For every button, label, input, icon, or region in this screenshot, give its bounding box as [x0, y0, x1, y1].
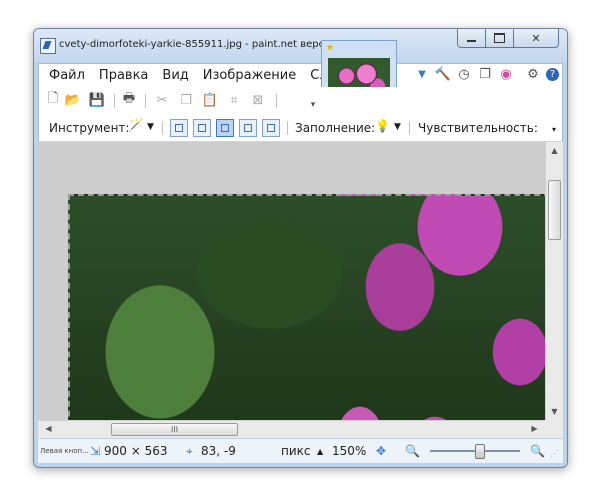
selection-mode-replace-icon[interactable]	[170, 119, 188, 137]
scroll-left-icon[interactable]: ◀	[40, 424, 57, 433]
flower-image[interactable]	[68, 194, 545, 420]
unsaved-star-icon: ★	[326, 43, 335, 53]
zoom-level: 150%	[332, 444, 367, 458]
zoom-in-icon[interactable]: 🔍	[530, 444, 545, 458]
horizontal-scrollbar[interactable]: ◀ III ▶	[38, 420, 545, 438]
minimize-button[interactable]	[457, 29, 486, 48]
cursor-position: 83, -9	[201, 444, 236, 458]
layers-icon[interactable]: ❐	[477, 66, 493, 82]
print-icon[interactable]: 🖶	[121, 91, 137, 108]
selection-mode-exclude-icon[interactable]	[216, 119, 234, 137]
scrollbar-corner	[545, 420, 563, 438]
main-toolbar: 🗋 📂 💾 🖶 ✂ ❐ 📋 ⌗ ⊠ ▾	[38, 87, 563, 115]
image-canvas[interactable]	[38, 142, 545, 420]
flood-mode-bulb-icon[interactable]: 💡	[375, 119, 390, 133]
settings-gear-icon[interactable]: ⚙	[525, 66, 541, 82]
image-size: 900 × 563	[104, 444, 168, 458]
deselect-icon[interactable]: ⊠	[250, 92, 266, 108]
resize-grip-icon[interactable]: ⋰	[550, 449, 558, 458]
zoom-out-icon[interactable]: 🔍	[405, 444, 420, 458]
close-icon: ✕	[531, 31, 541, 45]
colors-icon[interactable]: ◉	[498, 66, 514, 82]
help-icon[interactable]: ?	[546, 67, 559, 81]
minimize-icon	[467, 40, 476, 42]
open-folder-icon[interactable]: 📂	[65, 92, 81, 108]
copy-icon[interactable]: ❐	[178, 92, 194, 108]
cursor-position-icon: ⌖	[186, 444, 193, 458]
menu-file[interactable]: Файл	[47, 68, 87, 83]
toolbar-separator	[276, 94, 277, 108]
tool-dropdown-icon[interactable]: ▼	[147, 122, 154, 132]
save-disk-icon[interactable]: 💾	[89, 92, 105, 108]
close-button[interactable]: ✕	[514, 29, 559, 48]
status-bar: Левая кноп... ⇲ 900 × 563 ⌖ 83, -9 пикс …	[38, 438, 563, 463]
toolbar-separator	[409, 121, 410, 135]
scroll-up-icon[interactable]: ▲	[546, 146, 563, 155]
window-controls: ✕	[457, 29, 559, 48]
vertical-scrollbar[interactable]: ▲ ▼	[545, 142, 563, 420]
new-image-icon[interactable]: 🗋	[45, 91, 61, 108]
sensitivity-label: Чувствительность:	[418, 121, 538, 135]
paintnet-window: cvety-dimorfoteki-yarkie-855911.jpg - pa…	[33, 28, 568, 468]
paste-icon[interactable]: 📋	[202, 92, 218, 108]
toolbar-overflow-icon[interactable]: ▾	[305, 97, 321, 113]
options-overflow-icon[interactable]: ▾	[552, 125, 556, 134]
window-toggles: ▼ 🔨 ◷ ❐ ◉ ⚙ ?	[414, 66, 559, 82]
dropdown-arrow-icon[interactable]: ▼	[414, 66, 430, 82]
selection-mode-intersect-icon[interactable]	[239, 119, 257, 137]
fill-label: Заполнение:	[295, 121, 376, 135]
scroll-down-icon[interactable]: ▼	[546, 407, 563, 416]
selection-mode-invert-icon[interactable]	[262, 119, 280, 137]
tool-options-bar: Инструмент: 🪄 ▼ Заполнение: 💡 ▼ Чувствит…	[38, 115, 563, 142]
menu-view[interactable]: Вид	[160, 68, 190, 83]
tool-label: Инструмент:	[49, 121, 130, 135]
zoom-slider-thumb[interactable]	[475, 444, 485, 459]
history-icon[interactable]: ◷	[456, 66, 472, 82]
tools-icon[interactable]: 🔨	[435, 66, 451, 82]
units-dropdown-icon[interactable]: ▲	[317, 447, 323, 456]
image-size-icon: ⇲	[90, 444, 101, 458]
scroll-right-icon[interactable]: ▶	[526, 424, 543, 433]
toolbar-separator	[114, 94, 115, 108]
maximize-button[interactable]	[486, 29, 514, 48]
maximize-icon	[494, 33, 505, 43]
units-label: пикс	[281, 444, 311, 458]
status-hint: Левая кноп...	[40, 447, 89, 455]
toolbar-separator	[145, 94, 146, 108]
toolbar-separator	[287, 121, 288, 135]
magic-wand-icon[interactable]: 🪄	[128, 118, 144, 133]
cut-icon[interactable]: ✂	[154, 92, 170, 108]
title-bar[interactable]: cvety-dimorfoteki-yarkie-855911.jpg - pa…	[34, 29, 567, 63]
crop-to-selection-icon[interactable]: ⌗	[226, 92, 242, 108]
menu-image[interactable]: Изображение	[201, 68, 298, 83]
horizontal-scroll-thumb[interactable]: III	[111, 423, 238, 436]
toolbar-separator	[162, 121, 163, 135]
fill-dropdown-icon[interactable]: ▼	[394, 122, 401, 132]
zoom-slider[interactable]	[430, 444, 520, 459]
vertical-scroll-thumb[interactable]	[548, 180, 561, 240]
menu-edit[interactable]: Правка	[97, 68, 150, 83]
main-menu: Файл Правка Вид Изображение Слои	[47, 68, 346, 83]
zoom-to-window-icon[interactable]: ✥	[376, 444, 386, 458]
selection-mode-union-icon[interactable]	[193, 119, 211, 137]
paintnet-app-icon[interactable]	[40, 38, 56, 54]
